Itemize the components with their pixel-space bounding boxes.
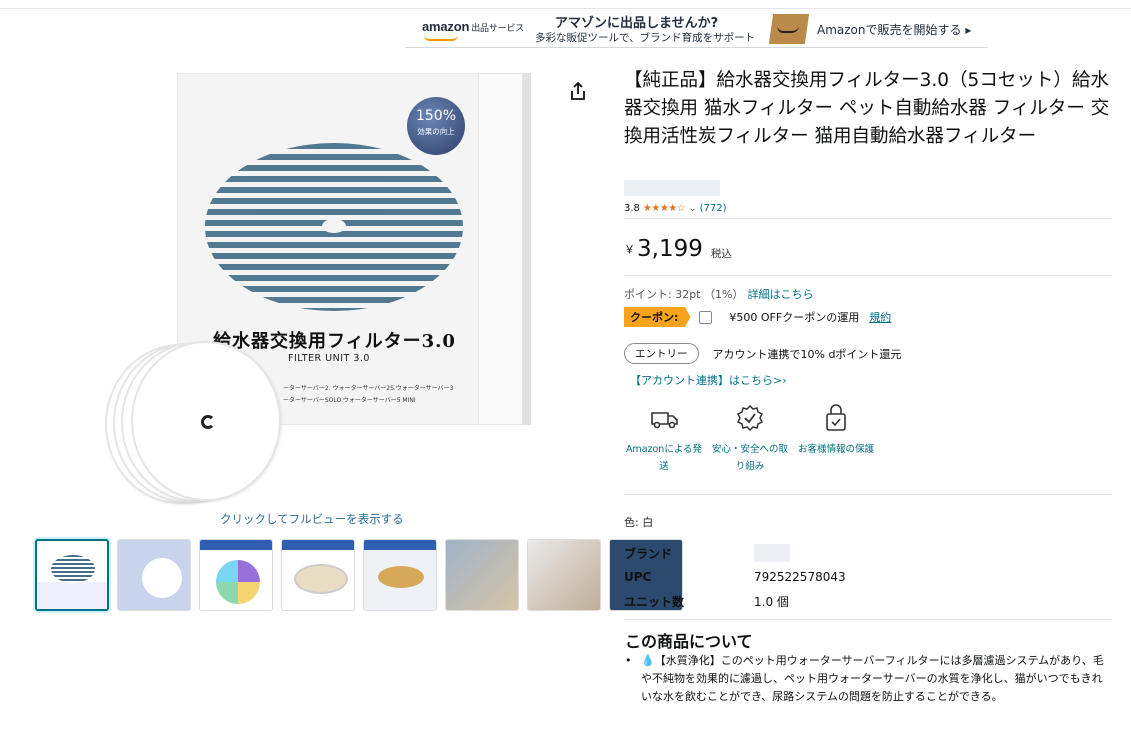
thumbnail-5[interactable] xyxy=(363,539,437,611)
thumbnail-7[interactable] xyxy=(527,539,601,611)
points-info: ポイント: 32pt （1%） 詳細はこちら xyxy=(624,288,814,301)
browser-top-strip xyxy=(0,0,1131,9)
rating-count-link[interactable]: (772) xyxy=(700,203,727,214)
feature-icons: Amazonによる発送 安心・安全への取り組み お客様情報の保護 xyxy=(624,403,876,475)
spec-row-brand: ブランド xyxy=(624,541,846,565)
entry-row: エントリー アカウント連携で10% dポイント還元 xyxy=(624,343,901,364)
divider xyxy=(624,218,1112,219)
share-icon[interactable] xyxy=(569,81,587,101)
divider xyxy=(624,619,1112,620)
filter-graphic xyxy=(205,143,463,311)
price-block: ￥ 3,199 税込 xyxy=(624,236,732,262)
safety-badge-icon xyxy=(736,404,764,432)
spec-row-upc: UPC 792522578043 xyxy=(624,570,846,584)
coupon-text: ¥500 OFFクーポンの運用 xyxy=(729,311,860,324)
banner-cta-link[interactable]: Amazonで販売を開始する ▸ xyxy=(817,21,971,38)
full-view-link[interactable]: クリックしてフルビューを表示する xyxy=(220,511,404,527)
coupon-terms-link[interactable]: 規約 xyxy=(869,309,891,325)
efficiency-badge: 150% 効果の向上 xyxy=(407,97,465,155)
coupon-checkbox[interactable] xyxy=(699,310,713,324)
brand-link-redacted[interactable] xyxy=(624,180,720,196)
entry-button[interactable]: エントリー xyxy=(624,343,699,364)
spec-row-units: ユニット数 1.0 個 xyxy=(624,594,789,609)
amazon-logo: amazon 出品サービス xyxy=(422,19,525,34)
account-link[interactable]: 【アカウント連携】はこちら>› xyxy=(630,372,787,388)
box-side-panel xyxy=(478,74,522,424)
main-product-image[interactable]: 150% 効果の向上 給水器交換用フィルター3.0 FILTER UNIT 3.… xyxy=(105,65,535,505)
feature-amazon-shipping[interactable]: Amazonによる発送 xyxy=(624,403,704,475)
currency-symbol: ￥ xyxy=(624,243,635,256)
brand-value-redacted xyxy=(754,544,790,562)
price-value: 3,199 xyxy=(637,236,703,262)
banner-subline: 多彩な販促ツールで、ブランド育成をサポート xyxy=(535,32,756,44)
filter-logo-icon xyxy=(201,415,215,429)
privacy-lock-icon xyxy=(826,404,846,431)
banner-headline: アマゾンに出品しませんか? xyxy=(555,16,719,31)
feature-privacy[interactable]: お客様情報の保護 xyxy=(796,403,876,475)
about-heading: この商品について xyxy=(625,632,753,651)
about-bullet-1: • 💧【水質浄化】このペット用ウォーターサーバーフィルターには多層濾過システムが… xyxy=(625,654,1104,703)
thumbnail-2[interactable] xyxy=(117,539,191,611)
water-drop-icon: 💧 xyxy=(641,654,655,667)
thumbnail-strip xyxy=(35,539,683,611)
amazon-box-icon xyxy=(768,14,810,44)
feature-safety[interactable]: 安心・安全への取り組み xyxy=(710,403,790,475)
rating-stars-icon[interactable]: ★★★★☆ xyxy=(643,203,686,214)
entry-text: アカウント連携で10% dポイント還元 xyxy=(712,347,902,361)
amazon-smile-icon xyxy=(424,35,458,41)
divider xyxy=(624,275,1112,276)
filter-discs xyxy=(105,340,295,505)
box-compat-line-1: ーターサーバー2. ウォーターサーバー2S.ウォーターサーバー3 xyxy=(283,385,454,392)
box-compat-line-2: ーターサーバーSOLO.ウォーターサーバー5 MINI xyxy=(283,397,416,404)
rating-value: 3.8 xyxy=(624,203,640,214)
seller-banner[interactable]: amazon 出品サービス アマゾンに出品しませんか? 多彩な販促ツールで、ブラン… xyxy=(405,9,988,48)
thumbnail-6[interactable] xyxy=(445,539,519,611)
delivery-truck-icon xyxy=(651,412,678,429)
chevron-down-icon[interactable]: ⌄ xyxy=(688,203,696,214)
bullet-marker: • xyxy=(625,654,632,667)
product-title: 【純正品】給水器交換用フィルター3.0（5コセット）給水器交換用 猫水フィルター… xyxy=(624,70,1110,147)
coupon-row: クーポン: ¥500 OFFクーポンの運用 規約 xyxy=(624,307,891,327)
points-details-link[interactable]: 詳細はこちら xyxy=(747,288,813,301)
box-subtitle: FILTER UNIT 3.0 xyxy=(288,353,370,364)
tax-label: 税込 xyxy=(710,248,732,260)
thumbnail-3[interactable] xyxy=(199,539,273,611)
coupon-tag: クーポン: xyxy=(624,307,691,327)
thumbnail-1[interactable] xyxy=(35,539,109,611)
rating-summary[interactable]: 3.8 ★★★★☆ ⌄ (772) xyxy=(624,203,727,214)
color-label: 色: 白 xyxy=(624,516,654,529)
divider xyxy=(624,494,1112,495)
specs-table: ブランド UPC 792522578043 ユニット数 1.0 個 xyxy=(624,541,846,613)
thumbnail-4[interactable] xyxy=(281,539,355,611)
